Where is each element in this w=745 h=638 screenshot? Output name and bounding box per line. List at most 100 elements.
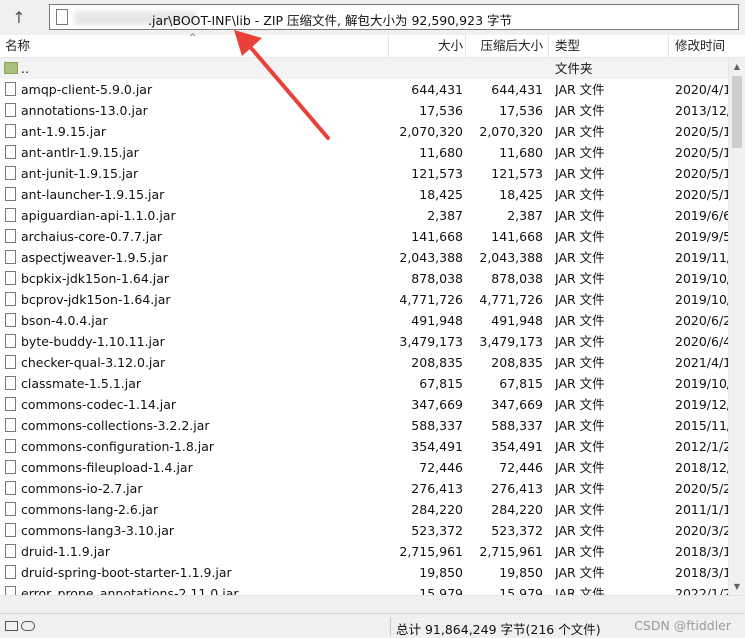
file-row[interactable]: ant-junit-1.9.15.jar 121,573 121,573 JAR 文件… <box>0 163 728 184</box>
scroll-down-icon[interactable]: ▼ <box>729 578 745 595</box>
file-row[interactable]: ant-1.9.15.jar 2,070,320 2,070,320 JAR 文件 20… <box>0 121 728 142</box>
jar-file-icon <box>5 355 16 369</box>
file-packed-size: 2,070,320 <box>479 124 543 139</box>
file-row[interactable]: byte-buddy-1.10.11.jar 3,479,173 3,479,173… <box>0 331 728 352</box>
file-size: 19,850 <box>419 565 463 580</box>
file-name: commons-io-2.7.jar <box>21 481 143 496</box>
scroll-up-icon[interactable]: ▲ <box>729 58 745 75</box>
file-row[interactable]: amqp-client-5.9.0.jar 644,431 644,431 JAR 文… <box>0 79 728 100</box>
column-divider[interactable] <box>668 35 669 57</box>
scroll-thumb[interactable] <box>732 76 742 148</box>
jar-file-icon <box>5 166 16 180</box>
status-divider <box>390 617 391 636</box>
vertical-scrollbar[interactable]: ▲ ▼ <box>728 58 745 595</box>
file-size: 588,337 <box>411 418 463 433</box>
file-size: 276,413 <box>411 481 463 496</box>
file-type: JAR 文件 <box>555 208 605 223</box>
parent-folder-row[interactable]: .. 文件夹 <box>0 58 728 79</box>
jar-file-icon <box>5 418 16 432</box>
file-row[interactable]: commons-configuration-1.8.jar 354,491 354,… <box>0 436 728 457</box>
column-header-size[interactable]: 大小 <box>389 35 463 57</box>
file-row[interactable]: classmate-1.5.1.jar 67,815 67,815 JAR 文件 201… <box>0 373 728 394</box>
file-name: checker-qual-3.12.0.jar <box>21 355 166 370</box>
jar-file-icon <box>5 124 16 138</box>
file-type: JAR 文件 <box>555 229 605 244</box>
file-row[interactable]: druid-spring-boot-starter-1.1.9.jar 19,85… <box>0 562 728 583</box>
file-name: ant-launcher-1.9.15.jar <box>21 187 165 202</box>
jar-file-icon <box>5 82 16 96</box>
column-divider[interactable] <box>548 35 549 57</box>
address-field[interactable]: .jar\BOOT-INF\lib - ZIP 压缩文件, 解包大小为 92,5… <box>49 4 739 30</box>
file-row[interactable]: error_prone_annotations-2.11.0.jar 15,979… <box>0 583 728 595</box>
file-row[interactable]: bson-4.0.4.jar 491,948 491,948 JAR 文件 2020/6… <box>0 310 728 331</box>
file-row[interactable]: druid-1.1.9.jar 2,715,961 2,715,961 JAR 文件 2… <box>0 541 728 562</box>
file-type: JAR 文件 <box>555 544 605 559</box>
file-name: commons-fileupload-1.4.jar <box>21 460 193 475</box>
jar-file-icon <box>5 397 16 411</box>
horizontal-scrollbar[interactable] <box>0 595 745 612</box>
column-header-modified[interactable]: 修改时间 <box>675 35 728 57</box>
file-name: commons-lang-2.6.jar <box>21 502 159 517</box>
file-row[interactable]: commons-lang-2.6.jar 284,220 284,220 JAR 文件… <box>0 499 728 520</box>
file-packed-size: 67,815 <box>499 376 543 391</box>
file-name: commons-configuration-1.8.jar <box>21 439 215 454</box>
file-row[interactable]: commons-io-2.7.jar 276,413 276,413 JAR 文件 20… <box>0 478 728 499</box>
file-row[interactable]: apiguardian-api-1.1.0.jar 2,387 2,387 JAR 文… <box>0 205 728 226</box>
sort-ascending-icon: ^ <box>189 33 197 43</box>
file-row[interactable]: aspectjweaver-1.9.5.jar 2,043,388 2,043,38… <box>0 247 728 268</box>
file-type: JAR 文件 <box>555 523 605 538</box>
file-modified: 2022/1/2 <box>675 586 728 595</box>
file-modified: 2013/12/ <box>675 103 728 118</box>
jar-file-icon <box>5 565 16 579</box>
file-modified: 2021/4/1 <box>675 355 728 370</box>
file-name: byte-buddy-1.10.11.jar <box>21 334 165 349</box>
file-modified: 2020/5/1 <box>675 166 728 181</box>
up-arrow-icon[interactable]: ↑ <box>8 6 30 28</box>
file-row[interactable]: commons-codec-1.14.jar 347,669 347,669 JAR … <box>0 394 728 415</box>
file-type: JAR 文件 <box>555 124 605 139</box>
file-row[interactable]: ant-launcher-1.9.15.jar 18,425 18,425 JAR 文… <box>0 184 728 205</box>
file-name: commons-collections-3.2.2.jar <box>21 418 210 433</box>
file-packed-size: 276,413 <box>491 481 543 496</box>
file-size: 17,536 <box>419 103 463 118</box>
file-list-pane: 名称 ^ 大小 压缩后大小 类型 修改时间 .. 文件夹 amqp-client… <box>0 33 745 595</box>
jar-file-icon <box>5 208 16 222</box>
file-type: JAR 文件 <box>555 460 605 475</box>
file-row[interactable]: bcpkix-jdk15on-1.64.jar 878,038 878,038 JAR… <box>0 268 728 289</box>
file-row[interactable]: ant-antlr-1.9.15.jar 11,680 11,680 JAR 文件 20… <box>0 142 728 163</box>
column-header-row: 名称 ^ 大小 压缩后大小 类型 修改时间 <box>0 33 745 58</box>
file-name: ant-junit-1.9.15.jar <box>21 166 139 181</box>
file-row[interactable]: commons-fileupload-1.4.jar 72,446 72,446 JA… <box>0 457 728 478</box>
file-type: JAR 文件 <box>555 397 605 412</box>
file-modified: 2018/12/ <box>675 460 728 475</box>
file-row[interactable]: archaius-core-0.7.7.jar 141,668 141,668 JAR… <box>0 226 728 247</box>
file-packed-size: 588,337 <box>491 418 543 433</box>
column-header-packed-size[interactable]: 压缩后大小 <box>466 35 543 57</box>
file-name: classmate-1.5.1.jar <box>21 376 142 391</box>
file-row[interactable]: commons-lang3-3.10.jar 523,372 523,372 JAR … <box>0 520 728 541</box>
file-name: commons-lang3-3.10.jar <box>21 523 174 538</box>
file-modified: 2020/6/4 <box>675 334 728 349</box>
jar-file-icon <box>5 313 16 327</box>
file-type: JAR 文件 <box>555 145 605 160</box>
file-packed-size: 18,425 <box>499 187 543 202</box>
jar-file-icon <box>5 544 16 558</box>
file-row[interactable]: commons-collections-3.2.2.jar 588,337 588,… <box>0 415 728 436</box>
file-modified: 2020/5/1 <box>675 187 728 202</box>
file-size: 523,372 <box>411 523 463 538</box>
status-summary: 总计 91,864,249 字节(216 个文件) <box>396 622 601 637</box>
key-icon <box>21 621 35 631</box>
file-type: JAR 文件 <box>555 502 605 517</box>
file-size: 2,043,388 <box>399 250 463 265</box>
file-modified: 2015/11/ <box>675 418 728 433</box>
file-modified: 2011/1/1 <box>675 502 728 517</box>
file-row[interactable]: checker-qual-3.12.0.jar 208,835 208,835 JAR… <box>0 352 728 373</box>
column-header-type[interactable]: 类型 <box>555 35 665 57</box>
file-size: 284,220 <box>411 502 463 517</box>
file-row[interactable]: annotations-13.0.jar 17,536 17,536 JAR 文件 20… <box>0 100 728 121</box>
file-type: JAR 文件 <box>555 565 605 580</box>
jar-file-icon <box>5 229 16 243</box>
file-row[interactable]: bcprov-jdk15on-1.64.jar 4,771,726 4,771,72… <box>0 289 728 310</box>
file-type: JAR 文件 <box>555 355 605 370</box>
file-modified: 2020/5/1 <box>675 124 728 139</box>
